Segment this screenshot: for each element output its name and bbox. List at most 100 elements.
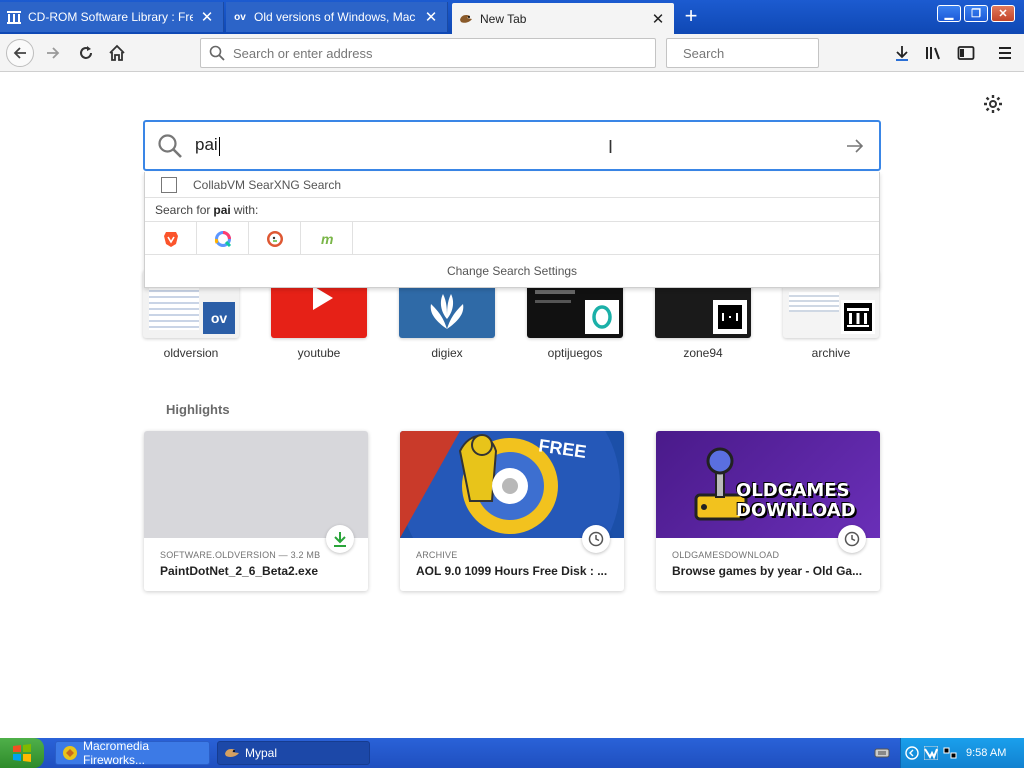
archive-logo-icon [841,300,875,334]
clock[interactable]: 9:58 AM [966,747,1006,759]
library-button[interactable] [920,39,948,67]
forward-arrow-icon [47,47,60,59]
zone94-logo-icon [713,300,747,334]
tab-cdrom-library[interactable]: CD-ROM Software Library : Free S ✕ [0,2,224,32]
taskbar-item-mypal[interactable]: Mypal [217,741,370,765]
archive-icon [6,9,22,25]
aol-cd-image: FREE [400,431,620,538]
arrow-right-icon[interactable] [845,136,865,156]
topsite-label: zone94 [683,346,723,360]
topsite-label: oldversion [163,346,219,360]
library-icon [926,47,940,60]
text-cursor-icon: I [608,137,614,157]
taskbar-item-label: Mypal [245,746,278,760]
gear-icon[interactable] [983,94,1003,114]
network-icon[interactable] [874,747,890,759]
mojeek-icon: m [321,231,333,247]
search-suggestions-dropdown: CollabVM SearXNG Search Search for pai w… [144,172,880,288]
tray-display-icon[interactable] [943,746,957,760]
svg-text:m: m [321,231,333,247]
card-title: PaintDotNet_2_6_Beta2.exe [160,564,319,578]
close-tab-icon[interactable]: ✕ [650,11,666,28]
taskbar-item-fireworks[interactable]: Macromedia Fireworks... [55,739,210,767]
tab-title: New Tab [480,11,527,26]
search-bar[interactable] [666,38,859,68]
card-image: FREE [400,431,624,538]
forward-button[interactable] [39,39,67,67]
navigation-bar [0,34,1024,72]
tab-title: Old versions of Windows, Mac and [254,10,417,24]
card-image [144,431,368,538]
highlights-heading: Highlights [166,402,230,417]
new-tab-button[interactable]: + [680,5,702,28]
tab-new-tab[interactable]: New Tab ✕ [452,3,674,34]
ov-logo-icon: ov [203,302,235,334]
search-icon [209,45,225,61]
tray-arrow-icon[interactable] [905,746,919,760]
card-title: AOL 9.0 1099 Hours Free Disk : ... [416,564,608,578]
highlight-card-paintdotnet[interactable]: SOFTWARE.OLDVERSION — 3.2 MB PaintDotNet… [144,431,368,591]
downloads-button[interactable] [888,39,916,67]
change-search-settings-button[interactable]: Change Search Settings [145,255,879,287]
youtube-play-icon [313,286,333,310]
sidebar-icon [957,46,975,60]
address-bar[interactable] [200,38,656,68]
topsite-label: archive [811,346,851,360]
newtab-search-box[interactable]: pai [143,120,881,171]
clock-icon [588,531,604,547]
topsite-label: optijuegos [547,346,603,360]
clock-icon [844,531,860,547]
minimize-icon: ▁ [944,8,954,20]
search-input[interactable] [683,45,859,61]
reload-button[interactable] [72,39,100,67]
close-window-button[interactable]: ✕ [991,5,1015,22]
duckduckgo-icon [266,230,283,247]
home-button[interactable] [103,39,131,67]
menu-button[interactable] [991,39,1019,67]
fireworks-icon [63,746,77,760]
tab-title: CD-ROM Software Library : Free S [28,10,193,24]
tab-bar: CD-ROM Software Library : Free S ✕ ov Ol… [0,0,1024,34]
ov-icon: ov [234,11,246,23]
card-image: OLDGAMES DOWNLOAD [656,431,880,538]
maximize-button[interactable]: ❐ [964,5,988,22]
close-tab-icon[interactable]: ✕ [199,9,215,26]
highlight-card-oldgames[interactable]: OLDGAMES DOWNLOAD OLDGAMESDOWNLOAD Brows… [656,431,880,591]
card-source: ARCHIVE [416,550,458,560]
engine-qwant[interactable] [197,222,249,255]
topsite-label: youtube [297,346,341,360]
close-tab-icon[interactable]: ✕ [423,9,439,26]
card-source: SOFTWARE.OLDVERSION — 3.2 MB [160,550,321,560]
recent-badge [838,525,866,553]
search-icon [158,133,182,158]
taskbar-item-label: Macromedia Fireworks... [83,739,150,767]
back-button[interactable] [6,39,34,67]
suggestion-label: CollabVM SearXNG Search [193,177,342,192]
system-tray: 9:58 AM [900,738,1024,768]
search-engine-buttons: m [145,222,879,255]
card-source: OLDGAMESDOWNLOAD [672,550,780,560]
highlight-card-aol[interactable]: FREE ARCHIVE AOL 9.0 1099 Hours Free Dis… [400,431,624,591]
tray-app-icon[interactable] [924,746,938,760]
address-input[interactable] [233,45,655,61]
taskbar: Macromedia Fireworks... Mypal 9:58 AM [0,738,1024,768]
engine-brave[interactable] [145,222,197,255]
optijuegos-logo-icon [585,300,619,334]
download-icon [334,532,346,547]
sidebar-button[interactable] [952,39,980,67]
checkbox-icon [161,176,177,193]
firefox-icon [458,11,474,27]
tab-oldversion[interactable]: ov Old versions of Windows, Mac and ✕ [226,2,448,32]
windows-logo-icon [13,744,31,762]
engine-duckduckgo[interactable] [249,222,301,255]
start-button[interactable] [0,738,44,768]
minimize-button[interactable]: ▁ [937,5,961,22]
back-arrow-icon [13,47,26,59]
engine-mojeek[interactable]: m [301,222,353,255]
recent-badge [582,525,610,553]
close-icon: ✕ [998,8,1008,20]
suggestion-row[interactable]: CollabVM SearXNG Search [145,172,879,198]
home-icon [109,44,125,61]
newtab-search-query[interactable]: pai [195,135,220,156]
mypal-icon [225,749,239,757]
